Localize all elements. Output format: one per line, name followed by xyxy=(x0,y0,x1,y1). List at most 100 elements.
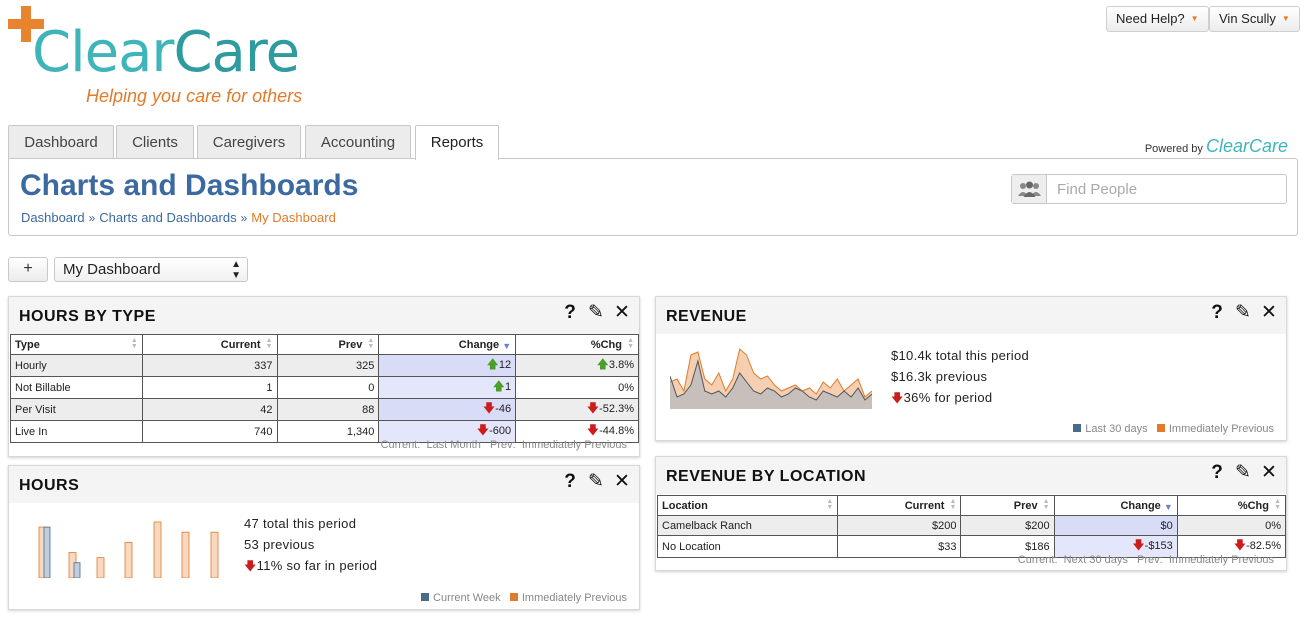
column-header-pct-change[interactable]: %Chg ▲ ▼ xyxy=(515,334,639,355)
hours-bar-chart xyxy=(38,521,219,578)
bar-current xyxy=(43,526,51,578)
bar-previous xyxy=(124,541,133,578)
bar-previous xyxy=(96,557,105,578)
close-icon[interactable]: ✕ xyxy=(609,470,635,493)
hours-change: 🡇11% so far in period xyxy=(244,558,378,573)
page-header: Charts and Dashboards Dashboard» Charts a… xyxy=(8,158,1298,236)
bar-previous xyxy=(210,531,219,578)
people-icon[interactable] xyxy=(1012,175,1047,203)
breadcrumb-dashboard[interactable]: Dashboard xyxy=(21,210,85,225)
arrow-down-icon: 🡇 xyxy=(891,391,904,405)
table-row: Camelback Ranch $200 $200 $0 0% xyxy=(656,515,1287,536)
chart-legend: Current Week Immediately Previous xyxy=(421,592,627,604)
user-name-label: Vin Scully xyxy=(1219,11,1276,26)
powered-by-brand: ClearCare xyxy=(1205,136,1288,156)
search-input[interactable] xyxy=(1048,175,1284,203)
dashboard-select[interactable]: My Dashboard ▲ ▼ xyxy=(54,257,248,282)
sort-desc-icon: ▼ xyxy=(502,341,512,351)
edit-icon[interactable]: ✎ xyxy=(1230,461,1256,484)
close-icon[interactable]: ✕ xyxy=(1256,301,1282,324)
arrow-up-icon: 🡅 xyxy=(596,357,609,371)
tab-caregivers[interactable]: Caregivers xyxy=(197,125,301,159)
question-icon[interactable]: ? xyxy=(1204,302,1230,324)
chevron-down-icon: ▼ xyxy=(1190,14,1199,23)
widget-header: HOURS ? ✎ ✕ xyxy=(9,466,639,503)
arrow-up-icon: 🡅 xyxy=(486,357,499,371)
widget-revenue-by-location: REVENUE BY LOCATION ? ✎ ✕ Location ▲ ▼ Curre… xyxy=(655,456,1287,571)
legend-swatch xyxy=(1156,424,1165,432)
revenue-area-chart xyxy=(670,348,872,409)
table-row: Not Billable 1 0 🡅1 0% xyxy=(10,376,639,399)
breadcrumb: Dashboard» Charts and Dashboards» My Dashb… xyxy=(21,210,336,225)
logo-wordmark: ClearCare xyxy=(32,20,300,85)
breadcrumb-separator-icon: » xyxy=(88,211,96,225)
chart-legend: Last 30 days Immediately Previous xyxy=(1073,423,1274,435)
column-header-location[interactable]: Location ▲ ▼ xyxy=(656,495,839,516)
widget-footer: Current: Last Month Prev: Immediately Pr… xyxy=(380,439,627,451)
arrow-down-icon: 🡇 xyxy=(482,401,496,415)
question-icon[interactable]: ? xyxy=(557,471,583,493)
bar-previous xyxy=(181,531,190,578)
legend-swatch xyxy=(509,593,518,601)
arrow-down-icon: 🡇 xyxy=(476,423,490,437)
sort-desc-icon: ▼ xyxy=(1163,502,1173,512)
arrow-down-icon: 🡇 xyxy=(1233,538,1247,552)
legend-swatch xyxy=(1073,424,1082,432)
arrow-down-icon: 🡇 xyxy=(1132,538,1145,552)
column-header-type[interactable]: Type ▲ ▼ xyxy=(10,334,143,355)
widget-title: HOURS BY TYPE xyxy=(19,308,156,325)
column-header-current[interactable]: Current ▲ ▼ xyxy=(837,495,962,516)
column-header-current[interactable]: Current ▲ ▼ xyxy=(141,334,278,355)
widget-title: REVENUE BY LOCATION xyxy=(666,468,867,485)
widget-header: HOURS BY TYPE ? ✎ ✕ xyxy=(9,297,639,334)
edit-icon[interactable]: ✎ xyxy=(583,301,609,324)
tab-dashboard[interactable]: Dashboard xyxy=(8,125,114,159)
revenue-previous: $16.3k previous xyxy=(891,369,988,384)
dashboard-select-value: My Dashboard xyxy=(63,261,161,278)
widget-header: REVENUE BY LOCATION ? ✎ ✕ xyxy=(656,457,1286,494)
tab-accounting[interactable]: Accounting xyxy=(305,125,411,159)
powered-by-label: Powered by xyxy=(1144,143,1203,155)
add-widget-button[interactable]: + xyxy=(8,257,48,282)
need-help-button[interactable]: Need Help? ▼ xyxy=(1106,6,1209,32)
column-header-pct-change[interactable]: %Chg ▲ ▼ xyxy=(1176,495,1287,516)
widget-hours-by-type: HOURS BY TYPE ? ✎ ✕ Type ▲ ▼ Current ▲ ▼ Prev ▲… xyxy=(8,296,640,457)
edit-icon[interactable]: ✎ xyxy=(1230,301,1256,324)
powered-by: Powered by ClearCare xyxy=(1145,136,1288,157)
widget-footer: Current: Next 30 days Prev: Immediately … xyxy=(1017,554,1274,566)
column-header-prev[interactable]: Prev ▲ ▼ xyxy=(276,334,380,355)
widget-revenue: REVENUE ? ✎ ✕ $10.4k total this period $16… xyxy=(655,296,1287,441)
column-header-prev[interactable]: Prev ▲ ▼ xyxy=(960,495,1055,516)
column-header-change[interactable]: Change ▼ xyxy=(1053,495,1178,516)
bar-previous xyxy=(153,521,162,578)
breadcrumb-separator-icon: » xyxy=(240,211,248,225)
widget-title: HOURS xyxy=(19,477,80,494)
hours-previous: 53 previous xyxy=(244,537,315,552)
table-row: Hourly 337 325 🡅12 🡅3.8% xyxy=(10,354,639,377)
bar-current xyxy=(73,562,81,578)
tab-reports[interactable]: Reports xyxy=(415,125,499,160)
revenue-stats: $10.4k total this period $16.3k previous… xyxy=(891,345,1029,409)
breadcrumb-charts[interactable]: Charts and Dashboards xyxy=(99,210,236,225)
question-icon[interactable]: ? xyxy=(1204,462,1230,484)
close-icon[interactable]: ✕ xyxy=(609,301,635,324)
revenue-total: $10.4k total this period xyxy=(891,348,1030,363)
table-row: Per Visit 42 88 🡇-46 🡇-52.3% xyxy=(10,398,639,421)
edit-icon[interactable]: ✎ xyxy=(583,470,609,493)
arrow-down-icon: 🡇 xyxy=(244,559,257,573)
logo-tagline: Helping you care for others xyxy=(86,86,303,106)
revenue-change: 🡇36% for period xyxy=(891,390,993,405)
find-people-search xyxy=(1011,174,1287,204)
chevron-down-icon: ▼ xyxy=(1281,14,1290,23)
breadcrumb-current: My Dashboard xyxy=(251,210,336,225)
close-icon[interactable]: ✕ xyxy=(1256,461,1282,484)
page-title: Charts and Dashboards xyxy=(20,169,359,202)
legend-swatch xyxy=(421,593,430,601)
question-icon[interactable]: ? xyxy=(557,302,583,324)
clearcare-logo: ClearCare Helping you care for others xyxy=(8,6,338,116)
hours-total: 47 total this period xyxy=(244,516,357,531)
arrow-down-icon: 🡇 xyxy=(586,401,600,415)
tab-clients[interactable]: Clients xyxy=(116,125,194,159)
column-header-change[interactable]: Change ▼ xyxy=(378,334,517,355)
user-menu-button[interactable]: Vin Scully ▼ xyxy=(1209,6,1300,32)
